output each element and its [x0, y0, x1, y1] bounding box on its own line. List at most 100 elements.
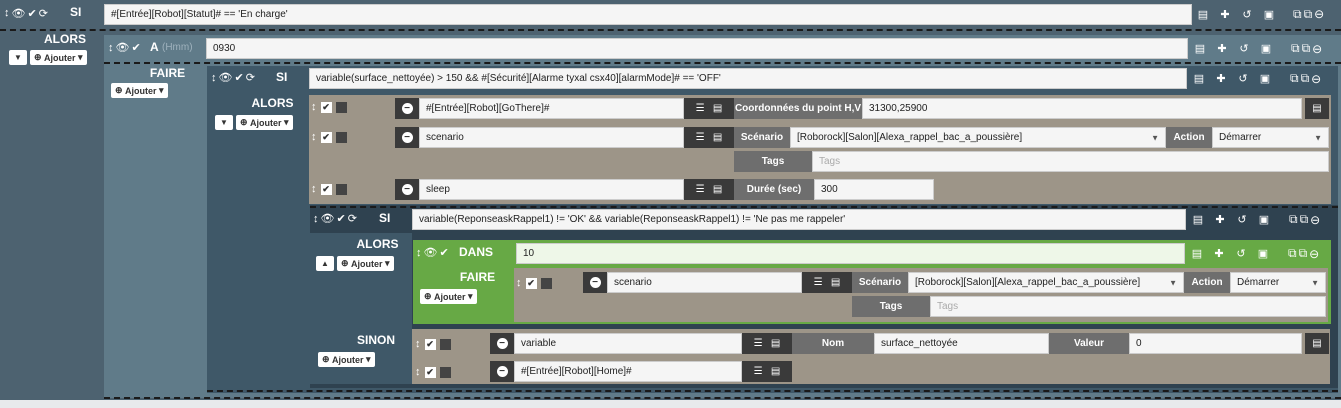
- list-icon[interactable]: ▤: [1305, 98, 1329, 119]
- collapse-button[interactable]: ▼: [9, 50, 27, 65]
- dans-value-input[interactable]: 10: [516, 243, 1185, 264]
- parallel-checkbox[interactable]: [540, 277, 552, 289]
- drag-handle-icon[interactable]: ↕: [311, 183, 317, 195]
- drag-handle-icon[interactable]: ↕: [416, 247, 422, 259]
- list-check-icon[interactable]: ☰: [696, 184, 705, 195]
- copy-icon[interactable]: ⧉: [1293, 7, 1302, 22]
- copy-icon[interactable]: ⧉: [1291, 41, 1300, 56]
- enabled-checkbox[interactable]: ✔: [424, 338, 436, 350]
- ajouter-button[interactable]: ⊕ Ajouter ▾: [30, 50, 87, 65]
- list-icon[interactable]: ▤: [1192, 4, 1214, 25]
- ajouter-button[interactable]: ⊕ Ajouter ▾: [111, 83, 168, 98]
- scenario-select[interactable]: [Roborock][Salon][Alexa_rappel_bac_a_pou…: [908, 272, 1184, 293]
- drag-handle-icon[interactable]: ↕: [516, 277, 522, 289]
- valeur-input[interactable]: 0: [1129, 333, 1302, 354]
- param-value-input[interactable]: 31300,25900: [862, 98, 1302, 119]
- paste-icon[interactable]: ⧉: [1299, 246, 1308, 261]
- paste-icon[interactable]: ⧉: [1301, 71, 1310, 86]
- remove-icon[interactable]: ⊖: [1311, 72, 1321, 86]
- drag-handle-icon[interactable]: ↕: [313, 213, 319, 225]
- remove-icon[interactable]: ⊖: [1309, 247, 1319, 261]
- puzzle-icon[interactable]: ✚: [1210, 68, 1232, 89]
- check-icon[interactable]: ✔: [131, 41, 140, 54]
- tags-input[interactable]: Tags: [930, 296, 1326, 317]
- enabled-checkbox[interactable]: ✔: [320, 131, 332, 143]
- eye-icon[interactable]: 👁: [219, 71, 233, 84]
- remove-action-button[interactable]: −: [395, 98, 419, 119]
- check-icon[interactable]: ✔: [439, 246, 448, 259]
- parallel-checkbox[interactable]: [335, 131, 347, 143]
- puzzle-icon[interactable]: ✚: [1209, 209, 1231, 230]
- action-select[interactable]: Démarrer ▼: [1230, 272, 1326, 293]
- parallel-checkbox[interactable]: [439, 366, 451, 378]
- remove-action-button[interactable]: −: [583, 272, 607, 293]
- ajouter-button[interactable]: ⊕ Ajouter ▾: [236, 115, 293, 130]
- history-icon[interactable]: ↺: [1231, 209, 1253, 230]
- action-cmd-input[interactable]: scenario: [419, 127, 684, 148]
- ajouter-button[interactable]: ⊕ Ajouter ▾: [420, 289, 477, 304]
- drag-handle-icon[interactable]: ↕: [108, 42, 114, 54]
- collapse-button[interactable]: ▼: [215, 115, 233, 130]
- enabled-checkbox[interactable]: ✔: [320, 101, 332, 113]
- list-check-icon[interactable]: ☰: [814, 277, 823, 288]
- remove-action-button[interactable]: −: [395, 127, 419, 148]
- check-icon[interactable]: ✔: [27, 7, 36, 20]
- action-cmd-input[interactable]: scenario: [607, 272, 802, 293]
- list-icon[interactable]: ▤: [1186, 243, 1208, 264]
- nom-input[interactable]: surface_nettoyée: [874, 333, 1049, 354]
- ajouter-button[interactable]: ⊕ Ajouter ▾: [318, 352, 375, 367]
- list-check-icon[interactable]: ☰: [754, 338, 763, 349]
- drag-handle-icon[interactable]: ↕: [211, 72, 217, 84]
- list-icon[interactable]: ▤: [1305, 333, 1329, 354]
- list-icon[interactable]: ▤: [713, 132, 722, 143]
- eye-icon[interactable]: 👁: [12, 7, 26, 20]
- drag-handle-icon[interactable]: ↕: [311, 131, 317, 143]
- enabled-checkbox[interactable]: ✔: [320, 183, 332, 195]
- remove-icon[interactable]: ⊖: [1310, 213, 1320, 227]
- drag-handle-icon[interactable]: ↕: [311, 101, 317, 113]
- action-cmd-input[interactable]: #[Entrée][Robot][GoThere]#: [419, 98, 684, 119]
- remove-icon[interactable]: ⊖: [1312, 42, 1322, 56]
- list-check-icon[interactable]: ☰: [696, 103, 705, 114]
- check-icon[interactable]: ✔: [234, 71, 243, 84]
- enabled-checkbox[interactable]: ✔: [424, 366, 436, 378]
- history-icon[interactable]: ↺: [1233, 38, 1255, 59]
- a-time-input[interactable]: 0930: [206, 38, 1188, 59]
- copy-icon[interactable]: ⧉: [1288, 246, 1297, 261]
- parallel-checkbox[interactable]: [335, 183, 347, 195]
- history-icon[interactable]: ↺: [1230, 243, 1252, 264]
- puzzle-icon[interactable]: ✚: [1208, 243, 1230, 264]
- remove-icon[interactable]: ⊖: [1314, 7, 1324, 21]
- history-icon[interactable]: ↺: [1232, 68, 1254, 89]
- paste-icon[interactable]: ⧉: [1304, 7, 1313, 22]
- refresh-icon[interactable]: ⟳: [39, 7, 48, 20]
- cube-icon[interactable]: ▣: [1258, 4, 1280, 25]
- list-icon[interactable]: ▤: [771, 338, 780, 349]
- puzzle-icon[interactable]: ✚: [1211, 38, 1233, 59]
- enabled-checkbox[interactable]: ✔: [525, 277, 537, 289]
- remove-action-button[interactable]: −: [490, 333, 514, 354]
- parallel-checkbox[interactable]: [335, 101, 347, 113]
- history-icon[interactable]: ↺: [1236, 4, 1258, 25]
- list-icon[interactable]: ▤: [831, 277, 840, 288]
- eye-icon[interactable]: 👁: [116, 41, 130, 54]
- list-icon[interactable]: ▤: [1189, 38, 1211, 59]
- list-icon[interactable]: ▤: [1187, 209, 1209, 230]
- paste-icon[interactable]: ⧉: [1302, 41, 1311, 56]
- list-icon[interactable]: ▤: [713, 184, 722, 195]
- action-cmd-input[interactable]: variable: [514, 333, 742, 354]
- eye-icon[interactable]: 👁: [321, 212, 335, 225]
- cube-icon[interactable]: ▣: [1252, 243, 1274, 264]
- drag-handle-icon[interactable]: ↕: [4, 7, 10, 19]
- ajouter-button[interactable]: ⊕ Ajouter ▾: [337, 256, 394, 271]
- list-check-icon[interactable]: ☰: [696, 132, 705, 143]
- scenario-select[interactable]: [Roborock][Salon][Alexa_rappel_bac_a_pou…: [790, 127, 1166, 148]
- action-cmd-input[interactable]: #[Entrée][Robot][Home]#: [514, 361, 742, 382]
- si1-condition-input[interactable]: #[Entrée][Robot][Statut]# == 'En charge': [104, 4, 1192, 25]
- list-icon[interactable]: ▤: [771, 366, 780, 377]
- cube-icon[interactable]: ▣: [1254, 68, 1276, 89]
- paste-icon[interactable]: ⧉: [1300, 212, 1309, 227]
- check-icon[interactable]: ✔: [336, 212, 345, 225]
- si2-condition-input[interactable]: variable(surface_nettoyée) > 150 && #[Sé…: [309, 68, 1187, 89]
- drag-handle-icon[interactable]: ↕: [415, 366, 421, 378]
